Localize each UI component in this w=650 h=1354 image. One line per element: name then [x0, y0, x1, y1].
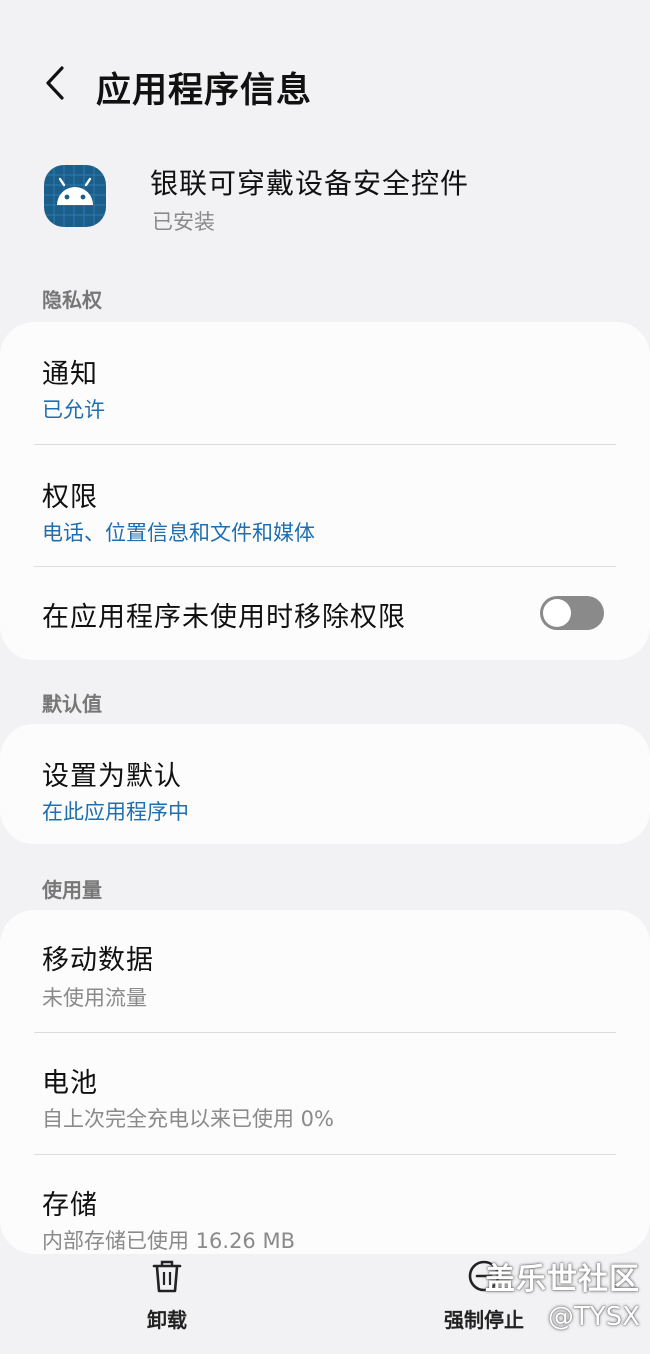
watermark-brand: 盖乐世社区 [485, 1262, 640, 1297]
notifications-title: 通知 [42, 359, 98, 390]
set-default-title: 设置为默认 [42, 761, 182, 792]
remove-permissions-title: 在应用程序未使用时移除权限 [42, 602, 406, 633]
back-button[interactable] [32, 60, 78, 106]
uninstall-label: 卸载 [147, 1308, 187, 1332]
set-default-row[interactable]: 设置为默认 在此应用程序中 [0, 724, 650, 844]
battery-value: 自上次完全充电以来已使用 0% [42, 1107, 334, 1131]
storage-title: 存储 [42, 1190, 98, 1221]
android-app-icon [44, 165, 106, 227]
privacy-card: 通知 已允许 权限 电话、位置信息和文件和媒体 在应用程序未使用时移除权限 [0, 322, 650, 660]
storage-row[interactable]: 存储 内部存储已使用 16.26 MB [0, 1155, 650, 1254]
battery-title: 电池 [42, 1068, 98, 1099]
defaults-card: 设置为默认 在此应用程序中 [0, 724, 650, 844]
notifications-value: 已允许 [42, 398, 105, 422]
permissions-value: 电话、位置信息和文件和媒体 [42, 521, 315, 545]
remove-permissions-row[interactable]: 在应用程序未使用时移除权限 [0, 567, 650, 660]
permissions-title: 权限 [42, 482, 98, 513]
app-install-status: 已安装 [152, 210, 215, 234]
app-info-header: 银联可穿戴设备安全控件 已安装 [0, 150, 650, 250]
notifications-row[interactable]: 通知 已允许 [0, 322, 650, 444]
mobile-data-title: 移动数据 [42, 945, 154, 976]
section-label-privacy: 隐私权 [42, 288, 102, 312]
app-name: 银联可穿戴设备安全控件 [150, 167, 470, 200]
remove-permissions-toggle[interactable] [540, 596, 604, 630]
watermark-handle: @TYSX [547, 1302, 640, 1332]
storage-value: 内部存储已使用 16.26 MB [42, 1229, 295, 1253]
page-title: 应用程序信息 [96, 71, 313, 111]
toggle-knob [543, 599, 571, 627]
app-bar: 应用程序信息 [0, 50, 650, 116]
section-label-defaults: 默认值 [42, 692, 102, 716]
trash-icon [152, 1260, 182, 1293]
usage-card: 移动数据 未使用流量 电池 自上次完全充电以来已使用 0% 存储 内部存储已使用… [0, 910, 650, 1254]
battery-row[interactable]: 电池 自上次完全充电以来已使用 0% [0, 1033, 650, 1155]
permissions-row[interactable]: 权限 电话、位置信息和文件和媒体 [0, 445, 650, 567]
mobile-data-value: 未使用流量 [42, 986, 147, 1010]
chevron-left-icon [46, 66, 64, 100]
mobile-data-row[interactable]: 移动数据 未使用流量 [0, 910, 650, 1032]
set-default-value: 在此应用程序中 [42, 800, 189, 824]
uninstall-button[interactable]: 卸载 [132, 1258, 202, 1333]
section-label-usage: 使用量 [42, 878, 102, 902]
community-watermark: 盖乐世社区 @TYSX [470, 1254, 640, 1332]
